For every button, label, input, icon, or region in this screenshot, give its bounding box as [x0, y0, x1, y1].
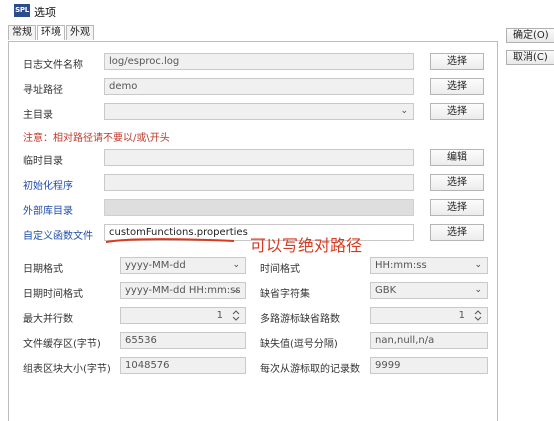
charset-label: 缺省字符集	[260, 289, 310, 300]
time-format-select[interactable]: HH:mm:ss ⌄	[370, 257, 488, 274]
datetime-format-value: yyyy-MM-dd HH:mm:ss	[125, 285, 241, 296]
app-logo-icon: SPL	[14, 4, 30, 17]
custom-func-select-button[interactable]: 选择	[430, 224, 484, 241]
log-file-label: 日志文件名称	[23, 60, 83, 71]
cancel-button[interactable]: 取消(C)	[506, 50, 554, 65]
external-lib-select-button[interactable]: 选择	[430, 199, 484, 216]
date-format-select[interactable]: yyyy-MM-dd ⌄	[120, 257, 246, 274]
datetime-format-label: 日期时间格式	[23, 289, 83, 300]
search-path-select-button[interactable]: 选择	[430, 78, 484, 95]
main-dir-label: 主目录	[23, 110, 53, 121]
date-format-label: 日期格式	[23, 264, 63, 275]
chevron-down-icon: ⌄	[232, 260, 240, 270]
block-size-label: 组表区块大小(字节)	[23, 364, 111, 375]
main-dir-select-button[interactable]: 选择	[430, 103, 484, 120]
cursor-parallel-stepper[interactable]: 1	[370, 307, 488, 324]
block-size-input[interactable]: 1048576	[120, 357, 246, 374]
relative-path-note: 注意：相对路径请不要以/或\开头	[23, 133, 170, 144]
init-program-input[interactable]	[104, 174, 414, 191]
temp-dir-label: 临时目录	[23, 156, 63, 167]
external-lib-label[interactable]: 外部库目录	[23, 202, 73, 217]
date-format-value: yyyy-MM-dd	[125, 260, 186, 271]
time-format-label: 时间格式	[260, 264, 300, 275]
custom-func-label[interactable]: 自定义函数文件	[23, 227, 93, 242]
time-format-value: HH:mm:ss	[375, 260, 427, 271]
title-bar: SPL 选项	[0, 0, 554, 22]
chevron-down-icon: ⌄	[474, 260, 482, 270]
init-program-select-button[interactable]: 选择	[430, 174, 484, 191]
external-lib-input[interactable]	[104, 199, 414, 216]
ok-button[interactable]: 确定(O)	[506, 28, 554, 43]
chevron-down-icon: ⌄	[400, 106, 408, 116]
main-dir-select[interactable]: ⌄	[104, 103, 414, 120]
red-underline-mark	[105, 238, 235, 243]
max-parallel-stepper[interactable]: 1	[120, 307, 246, 324]
tab-appearance[interactable]: 外观	[66, 25, 94, 40]
log-file-select-button[interactable]: 选择	[430, 53, 484, 70]
temp-dir-edit-button[interactable]: 编辑	[430, 149, 484, 166]
datetime-format-select[interactable]: yyyy-MM-dd HH:mm:ss ⌄	[120, 282, 246, 299]
null-values-label: 缺失值(逗号分隔)	[260, 339, 338, 350]
charset-select[interactable]: GBK ⌄	[370, 282, 488, 299]
file-buffer-label: 文件缓存区(字节)	[23, 339, 101, 350]
init-program-label[interactable]: 初始化程序	[23, 177, 73, 192]
spinner-arrows-icon[interactable]	[231, 309, 241, 322]
cursor-parallel-value: 1	[458, 310, 465, 321]
max-parallel-value: 1	[216, 310, 223, 321]
tab-bar: 常规 环境 外观	[8, 25, 95, 41]
absolute-path-annotation: 可以写绝对路径	[250, 236, 363, 255]
file-buffer-input[interactable]: 65536	[120, 332, 246, 349]
tab-environment[interactable]: 环境	[37, 25, 65, 40]
search-path-label: 寻址路径	[23, 85, 63, 96]
chevron-down-icon: ⌄	[474, 285, 482, 295]
max-parallel-label: 最大并行数	[23, 314, 73, 325]
fetch-count-label: 每次从游标取的记录数	[260, 364, 360, 375]
spinner-arrows-icon[interactable]	[473, 309, 483, 322]
temp-dir-input[interactable]	[104, 149, 414, 166]
fetch-count-input[interactable]: 9999	[370, 357, 488, 374]
window-title: 选项	[34, 6, 56, 19]
search-path-input[interactable]: demo	[104, 78, 414, 95]
chevron-down-icon: ⌄	[232, 285, 240, 295]
charset-value: GBK	[375, 285, 397, 296]
cursor-parallel-label: 多路游标缺省路数	[260, 314, 340, 325]
null-values-input[interactable]: nan,null,n/a	[370, 332, 488, 349]
tab-general[interactable]: 常规	[8, 25, 36, 40]
log-file-input[interactable]: log/esproc.log	[104, 53, 414, 70]
